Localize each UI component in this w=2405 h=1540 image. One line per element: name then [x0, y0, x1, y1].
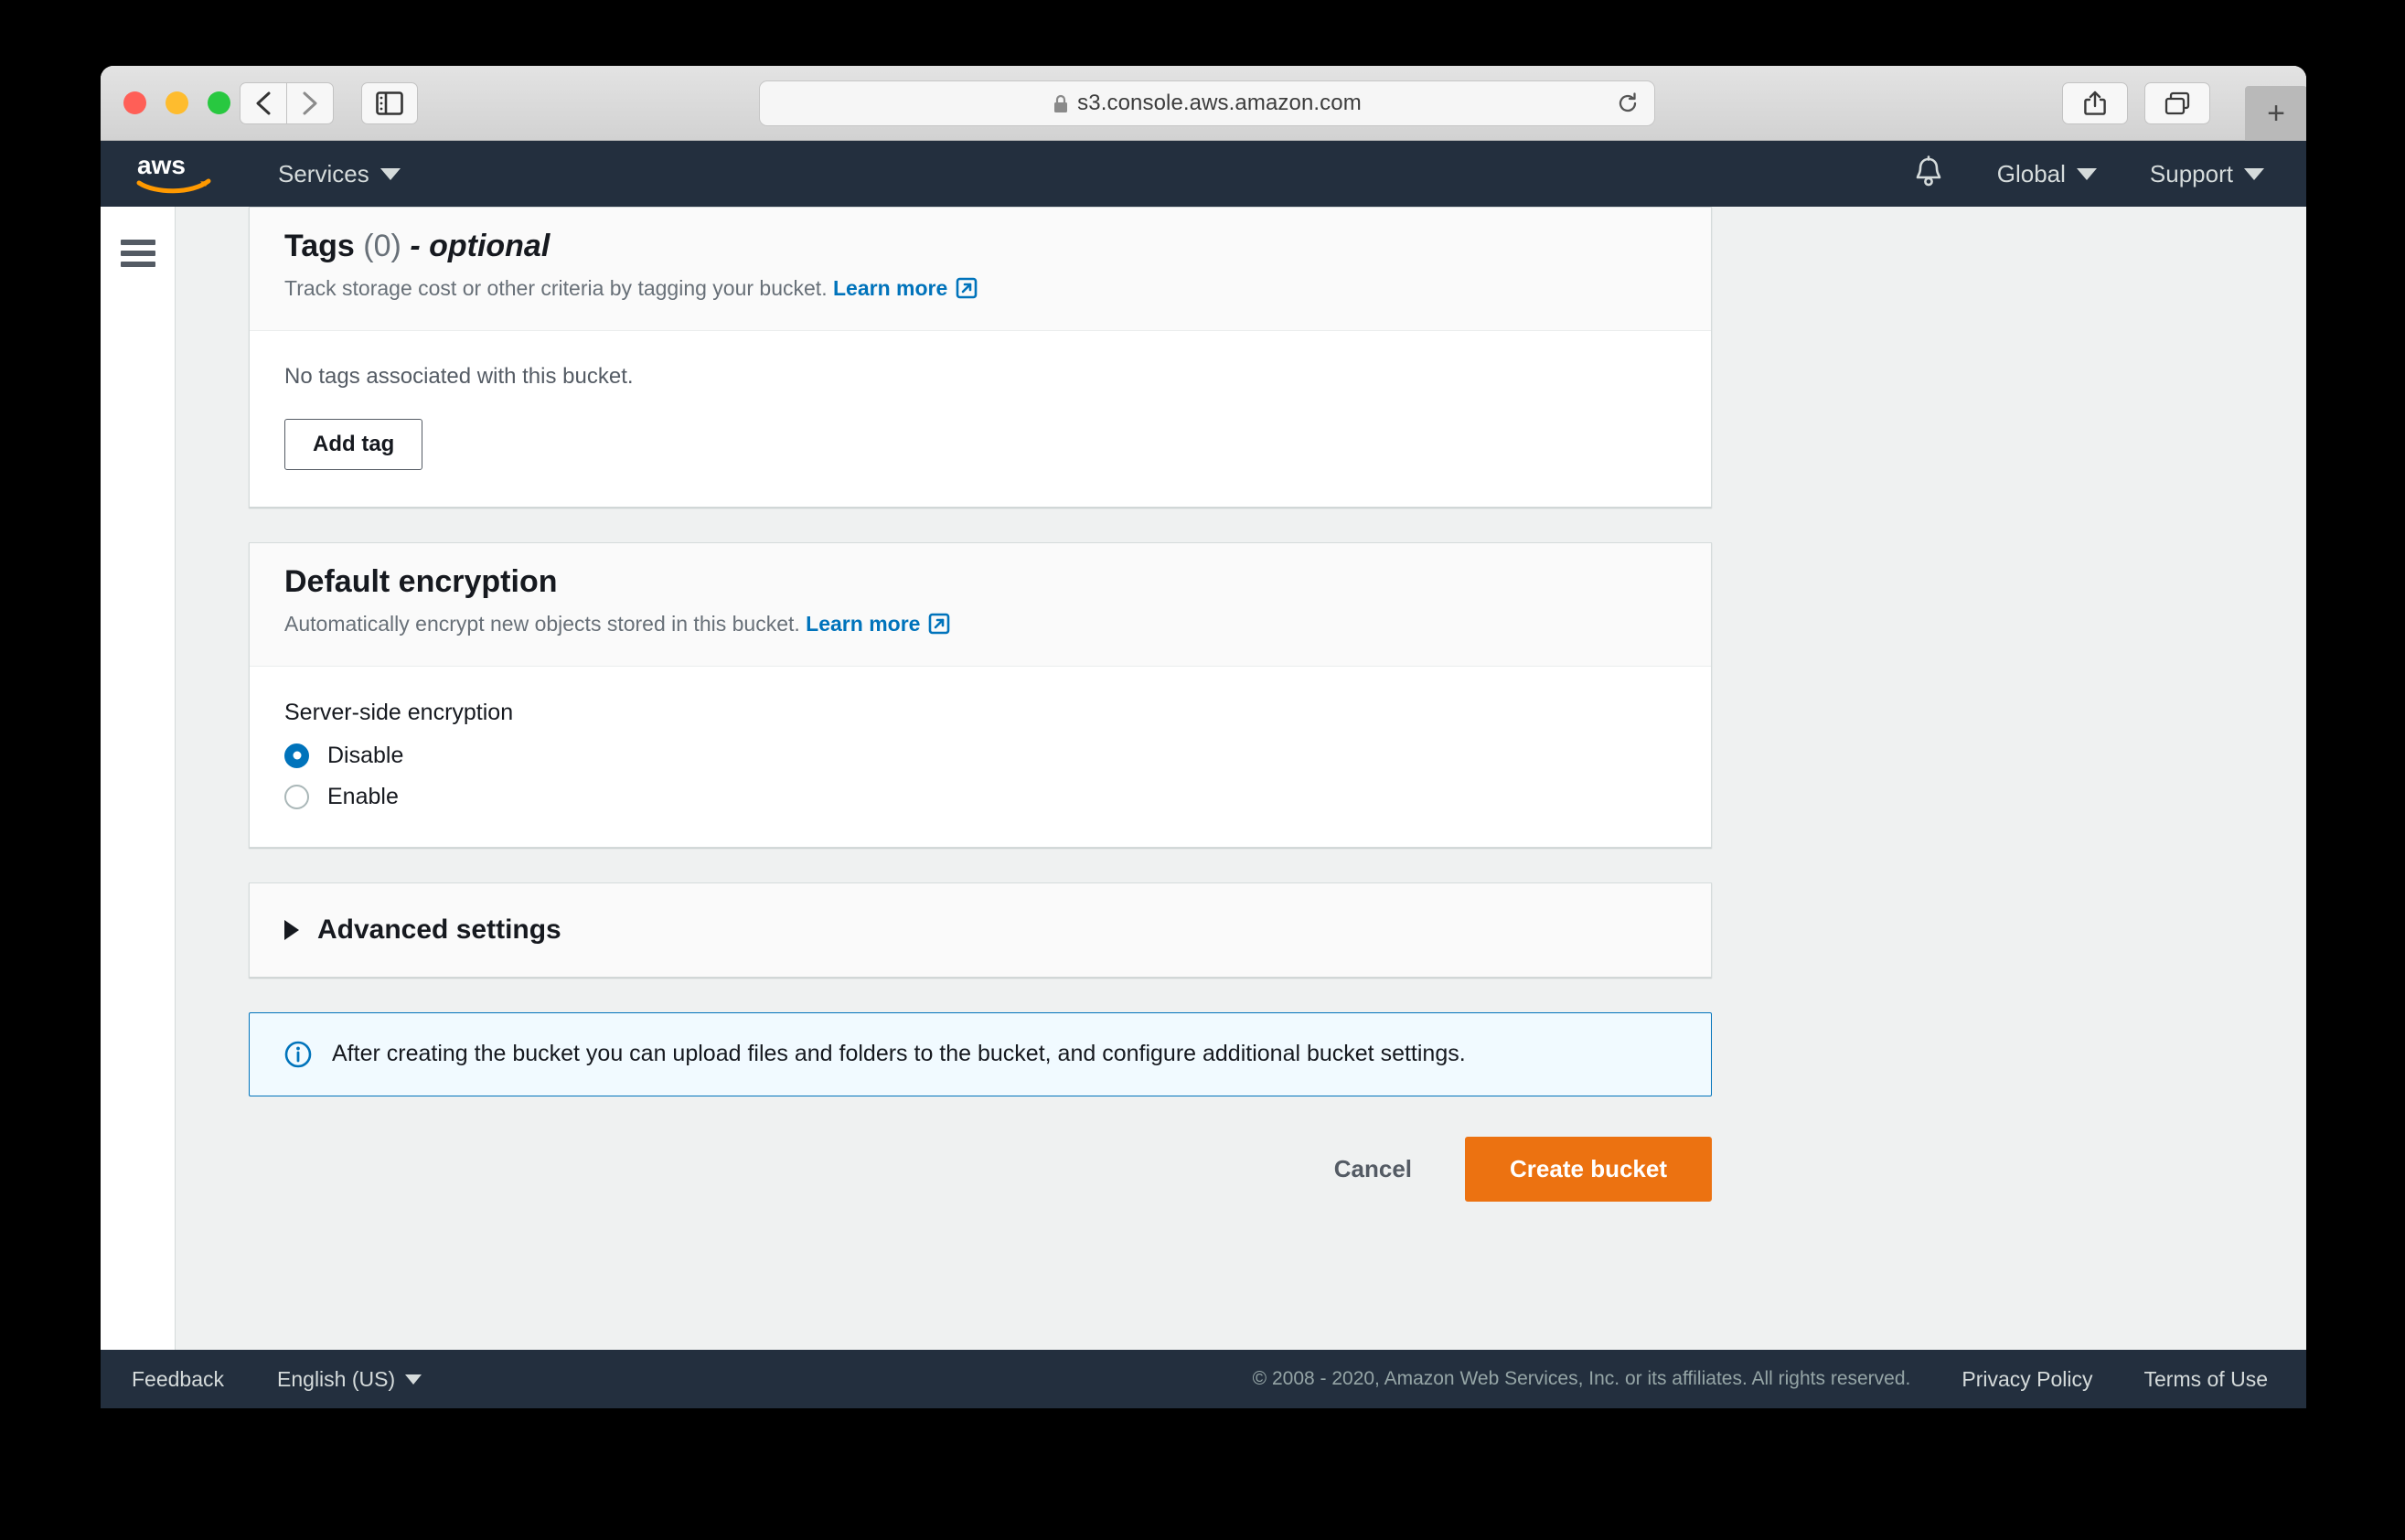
radio-enable-indicator[interactable] [284, 784, 309, 809]
feedback-label: Feedback [132, 1366, 225, 1391]
notifications-button[interactable] [1913, 155, 1944, 193]
encryption-learn-more-link[interactable]: Learn more [806, 610, 950, 638]
encryption-card-header: Default encryption Automatically encrypt… [250, 542, 1711, 667]
minimize-window-button[interactable] [166, 91, 188, 114]
svg-text:aws: aws [137, 151, 186, 179]
add-tag-button[interactable]: Add tag [284, 418, 423, 470]
tags-card-body: No tags associated with this bucket. Add… [250, 331, 1711, 507]
maximize-window-button[interactable] [208, 91, 230, 114]
nav-services-menu[interactable]: Services [278, 160, 401, 188]
nav-support-label: Support [2149, 159, 2233, 187]
feedback-link[interactable]: Feedback [132, 1367, 224, 1392]
chevron-down-icon [405, 1374, 422, 1385]
tags-title-text: Tags [284, 229, 355, 263]
tags-card: Tags (0) - optional Track storage cost o… [249, 207, 1712, 508]
tabs-overview-icon [2164, 91, 2190, 115]
page-body: Tags (0) - optional Track storage cost o… [101, 207, 2306, 1408]
advanced-settings-expander[interactable]: Advanced settings [249, 882, 1712, 978]
radio-option-disable[interactable]: Disable [284, 743, 1676, 769]
share-button[interactable] [2062, 82, 2128, 124]
nav-right-group: Global Support [1913, 155, 2264, 193]
tags-card-header: Tags (0) - optional Track storage cost o… [250, 208, 1711, 331]
forward-button[interactable] [286, 82, 334, 124]
left-navigation-rail [101, 207, 176, 1350]
privacy-policy-link[interactable]: Privacy Policy [1961, 1367, 2092, 1392]
aws-footer: Feedback English (US) © 2008 - 2020, Ama… [101, 1350, 2306, 1408]
cancel-button[interactable]: Cancel [1325, 1144, 1421, 1194]
radio-disable-label: Disable [327, 742, 404, 768]
browser-toolbar: s3.console.aws.amazon.com + [101, 66, 2306, 141]
back-button[interactable] [240, 82, 287, 124]
tags-optional-label: - optional [410, 229, 550, 263]
terms-of-use-link[interactable]: Terms of Use [2144, 1367, 2268, 1392]
aws-logo-icon: aws [136, 151, 211, 194]
encryption-card-description: Automatically encrypt new objects stored… [284, 610, 1676, 638]
nav-support-menu[interactable]: Support [2150, 160, 2264, 188]
info-alert: After creating the bucket you can upload… [249, 1011, 1712, 1096]
browser-window: s3.console.aws.amazon.com + aws Services… [101, 66, 2306, 1408]
encryption-card-body: Server-side encryption Disable Enable [250, 667, 1711, 847]
aws-top-navigation: aws Services Global Support [101, 141, 2306, 207]
close-window-button[interactable] [123, 91, 146, 114]
triangle-right-icon [284, 919, 299, 940]
tags-description-text: Track storage cost or other criteria by … [284, 275, 828, 300]
nav-services-label: Services [278, 159, 369, 187]
footer-right-group: © 2008 - 2020, Amazon Web Services, Inc.… [1253, 1367, 2268, 1392]
chevron-down-icon [379, 167, 401, 180]
info-alert-message: After creating the bucket you can upload… [332, 1041, 1466, 1067]
tab-overview-button[interactable] [2144, 82, 2210, 124]
nav-region-menu[interactable]: Global [1997, 160, 2097, 188]
tags-card-title: Tags (0) - optional [284, 228, 1676, 265]
external-link-icon [929, 613, 950, 635]
chevron-right-icon [303, 91, 317, 115]
window-traffic-lights [123, 91, 230, 114]
notifications-bell-icon [1916, 155, 1941, 186]
main-content: Tags (0) - optional Track storage cost o… [176, 207, 2306, 1408]
tags-learn-more-label: Learn more [832, 275, 948, 300]
chevron-down-icon [2244, 167, 2264, 180]
share-icon [2084, 91, 2106, 115]
radio-enable-label: Enable [327, 783, 399, 809]
external-link-icon [956, 278, 978, 299]
server-side-encryption-label: Server-side encryption [284, 699, 514, 725]
language-selector[interactable]: English (US) [277, 1367, 422, 1392]
create-bucket-button[interactable]: Create bucket [1465, 1136, 1712, 1202]
default-encryption-card: Default encryption Automatically encrypt… [249, 541, 1712, 848]
radio-option-enable[interactable]: Enable [284, 784, 1676, 810]
copyright-text: © 2008 - 2020, Amazon Web Services, Inc.… [1252, 1368, 1911, 1389]
chevron-down-icon [2076, 167, 2097, 180]
address-bar[interactable]: s3.console.aws.amazon.com [759, 80, 1655, 126]
language-label: English (US) [277, 1366, 396, 1391]
aws-logo[interactable]: aws [135, 150, 216, 198]
reload-button[interactable] [1614, 90, 1641, 117]
encryption-learn-more-label: Learn more [806, 611, 921, 636]
radio-disable-indicator[interactable] [284, 743, 309, 768]
encryption-description-text: Automatically encrypt new objects stored… [284, 611, 800, 636]
lock-icon [1054, 94, 1068, 112]
sidebar-toggle-icon [376, 91, 403, 115]
advanced-settings-label: Advanced settings [317, 914, 561, 945]
tags-card-description: Track storage cost or other criteria by … [284, 274, 1676, 303]
chevron-left-icon [256, 91, 271, 115]
tags-empty-message: No tags associated with this bucket. [284, 363, 634, 389]
sidebar-toggle-button[interactable] [361, 82, 418, 124]
tags-learn-more-link[interactable]: Learn more [833, 274, 978, 303]
encryption-card-title: Default encryption [284, 563, 558, 599]
hamburger-menu-icon[interactable] [120, 240, 155, 267]
reload-icon [1619, 92, 1637, 112]
form-actions: Cancel Create bucket [249, 1136, 1712, 1202]
new-tab-button[interactable]: + [2245, 86, 2306, 141]
info-circle-icon [284, 1041, 312, 1067]
footer-left-group: Feedback English (US) [132, 1367, 422, 1392]
address-bar-url: s3.console.aws.amazon.com [1077, 91, 1362, 115]
tags-count: (0) [363, 229, 401, 263]
nav-region-label: Global [1996, 159, 2066, 187]
new-tab-label: + [2267, 95, 2285, 131]
